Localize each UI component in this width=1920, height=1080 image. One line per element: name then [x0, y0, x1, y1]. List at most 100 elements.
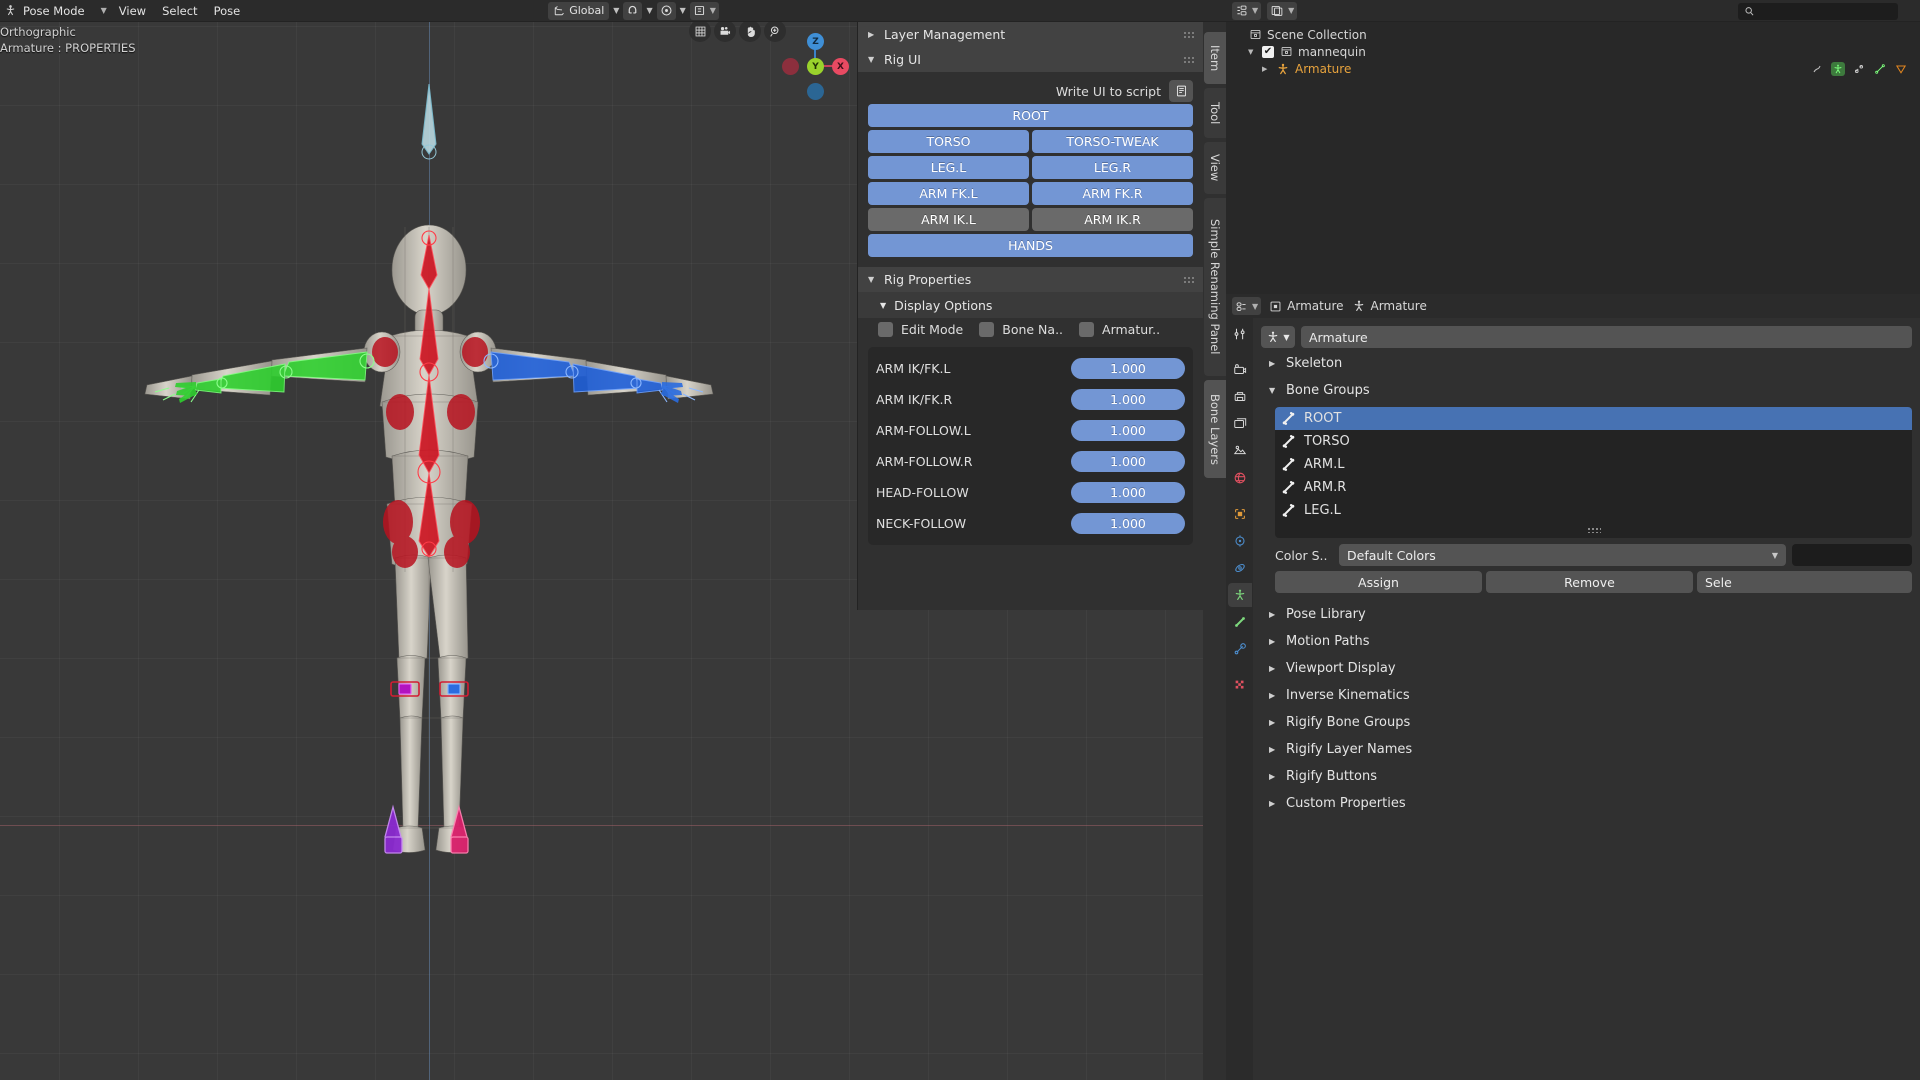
bone-groups-list[interactable]: ROOT TORSO ARM.L ARM.R LEG.L — [1275, 407, 1912, 538]
rig-button-hands[interactable]: HANDS — [868, 234, 1193, 257]
write-ui-to-script-button[interactable] — [1169, 80, 1193, 102]
prop-slider[interactable]: 1.000 — [1071, 451, 1185, 472]
rig-button-arm-fk-r[interactable]: ARM FK.R — [1032, 182, 1193, 205]
bone-group-item-arm-r[interactable]: ARM.R — [1275, 476, 1912, 499]
armature-data-id-icon-button[interactable]: ▼ — [1261, 326, 1295, 348]
mannequin-armature[interactable] — [95, 52, 815, 872]
menu-view[interactable]: View — [111, 2, 154, 20]
animation-icon[interactable] — [1810, 62, 1824, 76]
rig-button-leg-r[interactable]: LEG.R — [1032, 156, 1193, 179]
pose-icon[interactable] — [1831, 61, 1845, 76]
panel-grip[interactable] — [1183, 276, 1195, 283]
bone-icon[interactable] — [1873, 62, 1887, 76]
outliner-row-mannequin[interactable]: ▼ ✔ mannequin — [1226, 43, 1920, 60]
menu-select[interactable]: Select — [154, 2, 205, 20]
properties-tab-render[interactable] — [1228, 358, 1252, 382]
bone-groups-list-resize-grip[interactable] — [1275, 524, 1912, 536]
section-motion-paths[interactable]: ▶ Motion Paths — [1261, 628, 1920, 655]
rig-button-root[interactable]: ROOT — [868, 104, 1193, 127]
properties-tab-object[interactable] — [1228, 502, 1252, 526]
properties-tab-physics[interactable] — [1228, 556, 1252, 580]
prop-slider[interactable]: 1.000 — [1071, 482, 1185, 503]
properties-tab-world[interactable] — [1228, 466, 1252, 490]
checkbox-box[interactable] — [878, 322, 893, 337]
properties-tab-scene[interactable] — [1228, 439, 1252, 463]
editor-type-button[interactable]: ▼ — [1232, 1, 1262, 20]
checkbox-armature[interactable]: Armatur.. — [1079, 322, 1160, 337]
section-pose-library[interactable]: ▶ Pose Library — [1261, 601, 1920, 628]
section-skeleton[interactable]: ▶ Skeleton — [1261, 350, 1920, 377]
bone-group-item-torso[interactable]: TORSO — [1275, 430, 1912, 453]
outliner[interactable]: Scene Collection ▼ ✔ mannequin ▶ Armatur… — [1226, 22, 1920, 294]
prop-slider[interactable]: 1.000 — [1071, 358, 1185, 379]
properties-tab-bone[interactable] — [1228, 610, 1252, 634]
outliner-row-armature[interactable]: ▶ Armature — [1226, 60, 1920, 77]
rig-button-arm-ik-l[interactable]: ARM IK.L — [868, 208, 1029, 231]
section-rigify-buttons[interactable]: ▶ Rigify Buttons — [1261, 763, 1920, 790]
pose-options-dropdown[interactable]: ▼ — [689, 1, 719, 20]
mesh-data-icon[interactable] — [1894, 62, 1908, 76]
tab-simple-renaming-panel[interactable]: Simple Renaming Panel — [1204, 198, 1226, 376]
tab-item[interactable]: Item — [1204, 32, 1226, 84]
subpanel-display-options[interactable]: ▼ Display Options — [858, 292, 1203, 318]
properties-tab-armature-data[interactable] — [1227, 583, 1252, 607]
checkbox-box[interactable] — [1079, 322, 1095, 337]
section-rigify-layer-names[interactable]: ▶ Rigify Layer Names — [1261, 736, 1920, 763]
rig-button-torso-tweak[interactable]: TORSO-TWEAK — [1032, 130, 1193, 153]
prop-slider[interactable]: 1.000 — [1071, 513, 1185, 534]
rig-button-torso[interactable]: TORSO — [868, 130, 1029, 153]
outliner-row-scene-collection[interactable]: Scene Collection — [1226, 26, 1920, 43]
section-inverse-kinematics[interactable]: ▶ Inverse Kinematics — [1261, 682, 1920, 709]
panel-layer-management[interactable]: ▶ Layer Management — [858, 22, 1203, 47]
proportional-chevron-icon[interactable]: ▼ — [676, 6, 690, 15]
rig-button-arm-ik-r[interactable]: ARM IK.R — [1032, 208, 1193, 231]
tab-bone-layers[interactable]: Bone Layers — [1204, 380, 1226, 478]
tab-tool[interactable]: Tool — [1204, 88, 1226, 138]
properties-editor-type-button[interactable]: ▼ — [1232, 297, 1262, 315]
section-bone-groups[interactable]: ▼ Bone Groups — [1261, 377, 1920, 404]
tab-view[interactable]: View — [1204, 142, 1226, 194]
properties-tab-tool[interactable] — [1228, 322, 1252, 346]
properties-tab-view-layer[interactable] — [1228, 412, 1252, 436]
panel-grip[interactable] — [1183, 31, 1195, 38]
panel-rig-ui[interactable]: ▼ Rig UI — [858, 47, 1203, 72]
gizmo-axis-x[interactable]: X — [832, 58, 849, 75]
proportional-edit-toggle[interactable] — [656, 1, 676, 20]
chevron-down-icon[interactable]: ▼ — [1248, 48, 1257, 56]
remove-button[interactable]: Remove — [1486, 571, 1693, 593]
orientation-chevron-icon[interactable]: ▼ — [609, 6, 623, 15]
color-set-dropdown[interactable]: Default Colors ▼ — [1339, 544, 1786, 566]
breadcrumb-object[interactable]: Armature — [1269, 299, 1344, 313]
properties-tab-material[interactable] — [1228, 673, 1252, 697]
gizmo-axis-z[interactable]: Z — [807, 33, 824, 50]
assign-button[interactable]: Assign — [1275, 571, 1482, 593]
bone-group-item-leg-l[interactable]: LEG.L — [1275, 499, 1912, 522]
modifier-icon[interactable] — [1852, 62, 1866, 76]
checkbox-bone-names[interactable]: Bone Na.. — [979, 322, 1063, 337]
section-rigify-bone-groups[interactable]: ▶ Rigify Bone Groups — [1261, 709, 1920, 736]
checkbox-edit-mode[interactable]: Edit Mode — [878, 322, 963, 337]
collection-checkbox[interactable]: ✔ — [1262, 45, 1274, 58]
snap-toggle[interactable] — [623, 1, 643, 20]
display-mode-button[interactable]: ▼ — [1267, 1, 1298, 20]
properties-tab-bone-constraint[interactable] — [1228, 637, 1252, 661]
section-viewport-display[interactable]: ▶ Viewport Display — [1261, 655, 1920, 682]
mode-selector[interactable]: Pose Mode ▼ — [2, 1, 111, 20]
section-custom-properties[interactable]: ▶ Custom Properties — [1261, 790, 1920, 817]
rig-button-leg-l[interactable]: LEG.L — [868, 156, 1029, 179]
bone-group-item-arm-l[interactable]: ARM.L — [1275, 453, 1912, 476]
select-button[interactable]: Sele — [1697, 571, 1912, 593]
chevron-right-icon[interactable]: ▶ — [1262, 65, 1271, 73]
menu-pose[interactable]: Pose — [206, 2, 249, 20]
prop-slider[interactable]: 1.000 — [1071, 389, 1185, 410]
panel-rig-properties[interactable]: ▼ Rig Properties — [858, 267, 1203, 292]
rig-button-arm-fk-l[interactable]: ARM FK.L — [868, 182, 1029, 205]
properties-tab-modifier[interactable] — [1228, 529, 1252, 553]
transform-orientation-dropdown[interactable]: Global — [548, 1, 610, 20]
armature-data-name-field[interactable]: Armature — [1301, 326, 1912, 348]
checkbox-box[interactable] — [979, 322, 995, 337]
properties-tab-output[interactable] — [1228, 385, 1252, 409]
breadcrumb-armature-data[interactable]: Armature — [1352, 299, 1427, 313]
snap-chevron-icon[interactable]: ▼ — [642, 6, 656, 15]
panel-grip[interactable] — [1183, 56, 1195, 63]
